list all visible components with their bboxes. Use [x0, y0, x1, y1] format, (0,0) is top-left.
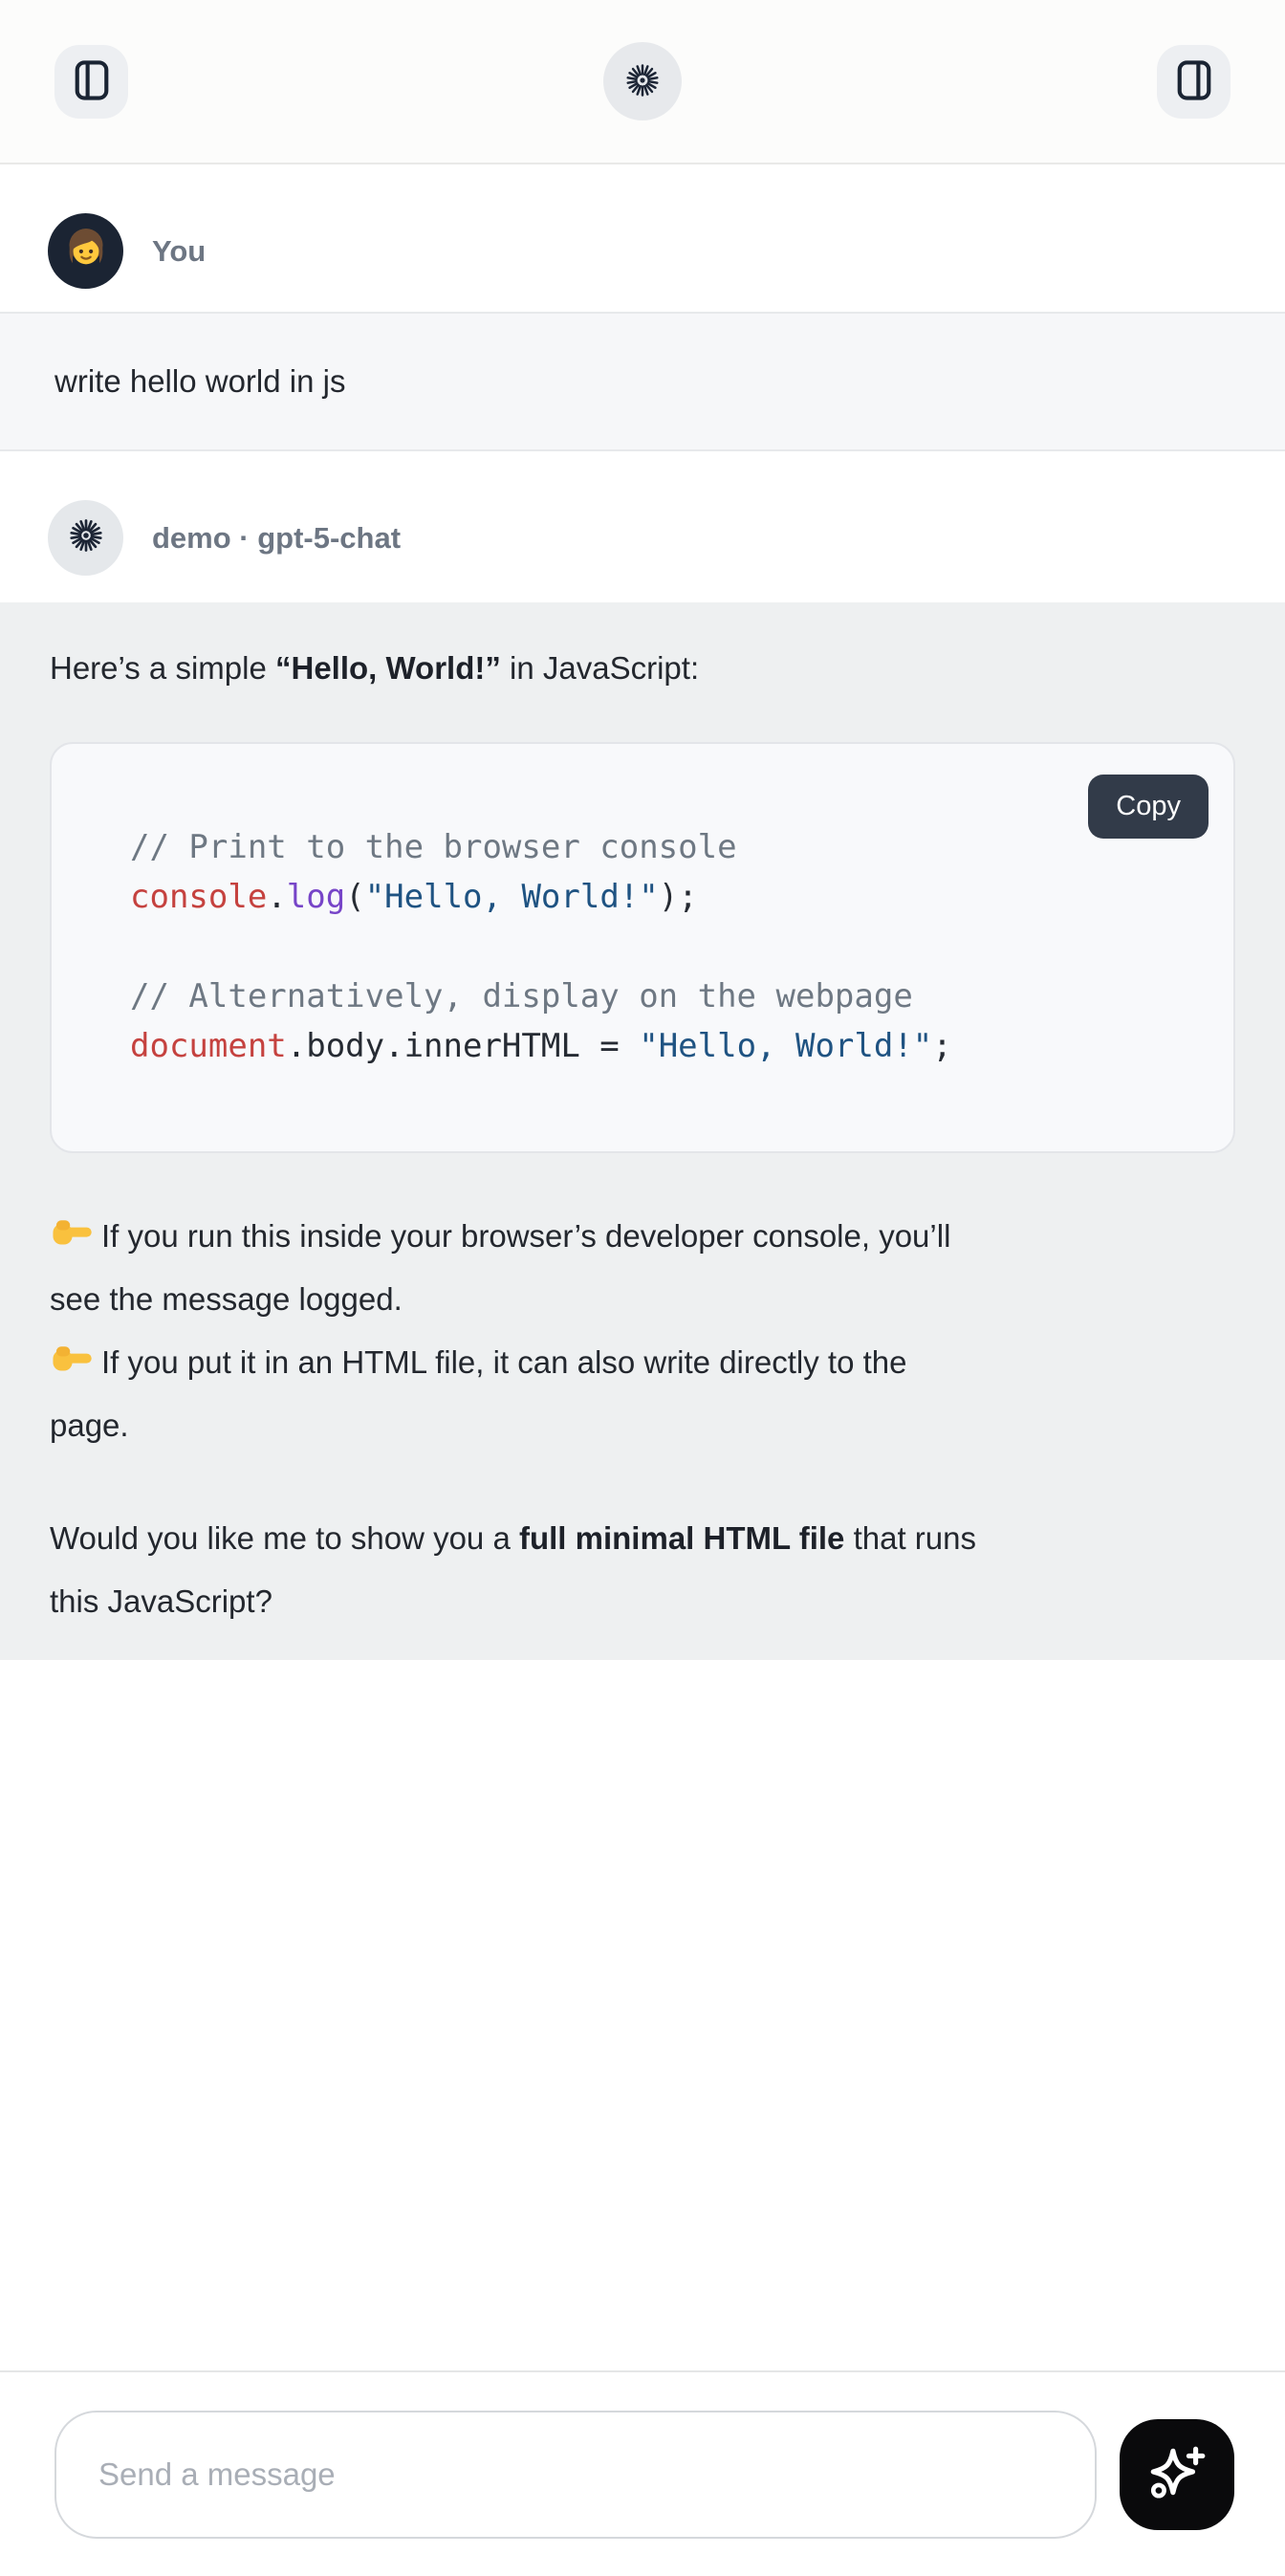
intro-suffix: in JavaScript: — [501, 650, 699, 686]
top-bar — [0, 0, 1285, 164]
note-text: If you run this inside your browser’s de… — [101, 1218, 950, 1254]
starburst-icon — [67, 516, 105, 559]
assistant-avatar — [48, 500, 123, 576]
code-block: Copy // Print to the browser console con… — [50, 742, 1235, 1153]
assistant-sender-name: demo · gpt-5-chat — [152, 521, 401, 556]
assistant-message: Here’s a simple “Hello, World!” in JavaS… — [0, 602, 1285, 1660]
empty-scroll-space — [0, 1660, 1285, 2370]
intro-prefix: Here’s a simple — [50, 650, 275, 686]
code-line: // Print to the browser console — [130, 822, 1195, 872]
assistant-intro: Here’s a simple “Hello, World!” in JavaS… — [50, 637, 1235, 700]
app-logo-button[interactable] — [603, 42, 682, 120]
panel-right-icon — [1171, 57, 1217, 106]
follow-up-question: Would you like me to show you a full min… — [50, 1507, 1235, 1633]
user-message: write hello world in js — [0, 312, 1285, 451]
user-avatar — [48, 213, 123, 289]
question-suffix: that runs — [844, 1520, 976, 1556]
chat-app: You write hello world in js — [0, 0, 1285, 2576]
code-line: document.body.innerHTML = "Hello, World!… — [130, 1021, 1195, 1071]
note-text: page. — [50, 1408, 129, 1443]
code-content: // Print to the browser console console.… — [52, 744, 1233, 1151]
pointing-right-emoji — [50, 1212, 94, 1255]
copy-button[interactable]: Copy — [1088, 775, 1209, 839]
question-bold: full minimal HTML file — [519, 1520, 844, 1556]
note-text: see the message logged. — [50, 1281, 403, 1317]
composer-bar — [0, 2370, 1285, 2576]
sidebar-toggle-button[interactable] — [54, 45, 128, 119]
assistant-sender-row: demo · gpt-5-chat — [0, 451, 1285, 602]
person-emoji — [59, 222, 113, 280]
code-line-blank — [130, 922, 1195, 971]
user-message-text: write hello world in js — [54, 363, 345, 399]
panel-left-icon — [69, 57, 115, 106]
note-text: If you put it in an HTML file, it can al… — [101, 1344, 906, 1380]
pointing-right-emoji — [50, 1338, 94, 1382]
send-button[interactable] — [1120, 2419, 1234, 2530]
pointer-notes: If you run this inside your browser’s de… — [50, 1205, 1235, 1457]
user-sender-name: You — [152, 234, 206, 269]
right-panel-toggle-button[interactable] — [1157, 45, 1231, 119]
question-prefix: Would you like me to show you a — [50, 1520, 519, 1556]
code-line: console.log("Hello, World!"); — [130, 872, 1195, 922]
intro-bold: “Hello, World!” — [275, 650, 501, 686]
question-line2: this JavaScript? — [50, 1583, 272, 1619]
starburst-icon — [623, 61, 662, 102]
sparkle-plus-icon — [1145, 2441, 1209, 2507]
message-input[interactable] — [54, 2411, 1097, 2539]
code-line: // Alternatively, display on the webpage — [130, 971, 1195, 1021]
user-sender-row: You — [0, 164, 1285, 312]
